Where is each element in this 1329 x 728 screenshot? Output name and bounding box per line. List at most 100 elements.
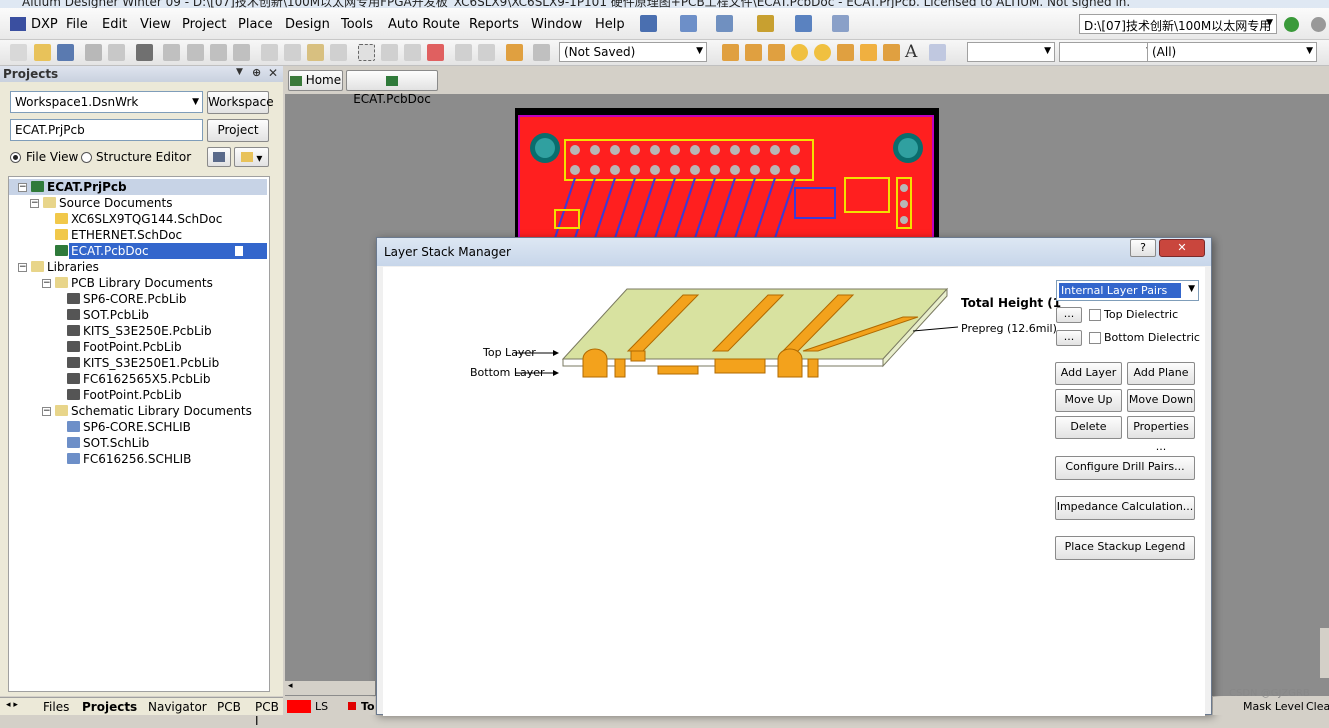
new-icon[interactable] [10, 44, 27, 61]
interactive-route-icon[interactable] [722, 44, 739, 61]
zoom-fit-icon[interactable] [163, 44, 180, 61]
zoom-filter-icon[interactable] [233, 44, 250, 61]
pcb-view[interactable] [515, 108, 939, 239]
redo-icon[interactable] [478, 44, 495, 61]
tree-pcblib-kits1[interactable]: KITS_S3E250E1.PcbLib [83, 355, 219, 371]
deselect-icon[interactable] [404, 44, 421, 61]
bottom-dielectric-options-button[interactable]: ... [1056, 330, 1082, 346]
compile-button[interactable] [207, 147, 231, 167]
layer-color-swatch[interactable] [287, 700, 311, 713]
tree-pcb-library-documents[interactable]: PCB Library Documents [71, 275, 213, 291]
top-layer-tab[interactable]: To [361, 700, 375, 713]
scroll-left-icon[interactable]: ◂ [288, 681, 293, 691]
array-icon[interactable] [929, 44, 946, 61]
forward-icon[interactable] [1311, 17, 1326, 32]
project-button[interactable]: Project [207, 119, 269, 142]
properties-button[interactable]: Properties ... [1127, 416, 1195, 453]
delete-button[interactable]: Delete [1055, 416, 1122, 439]
menu-auto-route[interactable]: Auto Route [388, 17, 460, 32]
string-icon[interactable]: A [905, 42, 917, 62]
net-combo[interactable]: ▼ [1059, 42, 1157, 62]
menu-window[interactable]: Window [531, 17, 582, 32]
path-combo[interactable]: D:\[07]技术创新\100M以太网专用 ▼ [1079, 14, 1277, 34]
paste-icon[interactable] [307, 44, 324, 61]
structure-editor-radio[interactable] [81, 152, 92, 163]
layer-pairs-combo[interactable]: Internal Layer Pairs ▼ [1056, 280, 1199, 301]
layer-icon[interactable] [136, 44, 153, 61]
move-icon[interactable] [381, 44, 398, 61]
saved-state-combo[interactable]: (Not Saved) ▼ [559, 42, 707, 62]
workspace-button[interactable]: Workspace [207, 91, 274, 114]
move-up-button[interactable]: Move Up [1055, 389, 1122, 412]
save-icon[interactable] [57, 44, 74, 61]
add-layer-button[interactable]: Add Layer [1055, 362, 1122, 385]
open-icon[interactable] [34, 44, 51, 61]
doc-options-button[interactable]: ▾ [234, 147, 269, 167]
hscroll-bar[interactable]: ◂ [285, 681, 375, 695]
tree-schlib-sp6core[interactable]: SP6-CORE.SCHLIB [83, 419, 191, 435]
cut-icon[interactable] [261, 44, 278, 61]
file-view-radio[interactable] [10, 152, 21, 163]
tree-pcblib-footpoint[interactable]: FootPoint.PcbLib [83, 339, 182, 355]
top-dielectric-options-button[interactable]: ... [1056, 307, 1082, 323]
pad-icon[interactable] [791, 44, 808, 61]
expand-libraries-icon[interactable]: − [18, 263, 27, 272]
tree-pcblib-fc616[interactable]: FC6162565X5.PcbLib [83, 371, 210, 387]
expand-source-icon[interactable]: − [30, 199, 39, 208]
tab-ecat-pcbdoc[interactable]: ECAT.PcbDoc [346, 70, 438, 106]
zoom-selected-icon[interactable] [210, 44, 227, 61]
workspace-combo[interactable]: Workspace1.DsnWrk ▼ [10, 91, 203, 113]
tree-doc-ecat-pcb[interactable]: ECAT.PcbDoc [71, 243, 149, 259]
add-plane-button[interactable]: Add Plane [1127, 362, 1195, 385]
vscroll-bar[interactable] [1320, 628, 1329, 678]
undo-icon[interactable] [455, 44, 472, 61]
tree-schematic-library-documents[interactable]: Schematic Library Documents [71, 403, 252, 419]
fill-icon[interactable] [860, 44, 877, 61]
print-preview-icon[interactable] [108, 44, 125, 61]
panel-close-icon[interactable]: ✕ [268, 66, 278, 80]
menu-project[interactable]: Project [182, 17, 226, 32]
clear-button[interactable]: Clea [1306, 700, 1329, 713]
text-icon[interactable] [716, 15, 733, 32]
menu-file[interactable]: File [66, 17, 88, 32]
tree-pcblib-sp6core[interactable]: SP6-CORE.PcbLib [83, 291, 186, 307]
tab-pcb[interactable]: PCB [217, 700, 241, 714]
panel-menu-icon[interactable]: ▼ [236, 67, 243, 77]
component-icon[interactable] [795, 15, 812, 32]
help-button[interactable]: ? [1130, 239, 1156, 257]
tree-doc-xc6slx9[interactable]: XC6SLX9TQG144.SchDoc [71, 211, 222, 227]
menu-place[interactable]: Place [238, 17, 273, 32]
filter-combo[interactable]: ▼ [967, 42, 1055, 62]
impedance-calculation-button[interactable]: Impedance Calculation... [1055, 496, 1195, 520]
tree-schlib-sot[interactable]: SOT.SchLib [83, 435, 149, 451]
rubber-stamp-icon[interactable] [330, 44, 347, 61]
bottom-dielectric-checkbox[interactable] [1089, 332, 1101, 344]
place-stackup-legend-button[interactable]: Place Stackup Legend [1055, 536, 1195, 560]
tree-pcblib-sot[interactable]: SOT.PcbLib [83, 307, 149, 323]
tree-pcblib-kits[interactable]: KITS_S3E250E.PcbLib [83, 323, 212, 339]
tab-pcb-more[interactable]: PCB I [255, 700, 283, 728]
tabs-scroll-icon[interactable]: ◂ ▸ [6, 700, 18, 710]
expand-sch-libs-icon[interactable]: − [42, 407, 51, 416]
tree-project[interactable]: ECAT.PrjPcb [47, 179, 127, 195]
arc-icon[interactable] [837, 44, 854, 61]
top-dielectric-checkbox[interactable] [1089, 309, 1101, 321]
expand-pcb-libs-icon[interactable]: − [42, 279, 51, 288]
tab-navigator[interactable]: Navigator [148, 700, 207, 714]
browse-icon[interactable] [533, 44, 550, 61]
ruler-icon[interactable] [757, 15, 774, 32]
route-icon[interactable] [640, 15, 657, 32]
polygon-icon[interactable] [883, 44, 900, 61]
configure-drill-pairs-button[interactable]: Configure Drill Pairs... [1055, 456, 1195, 480]
print-icon[interactable] [85, 44, 102, 61]
via-icon[interactable] [814, 44, 831, 61]
move-down-button[interactable]: Move Down [1127, 389, 1195, 412]
tree-doc-ethernet[interactable]: ETHERNET.SchDoc [71, 227, 182, 243]
copy-icon[interactable] [284, 44, 301, 61]
tab-projects[interactable]: Projects [82, 700, 137, 714]
project-field[interactable]: ECAT.PrjPcb [10, 119, 203, 141]
multi-route-icon[interactable] [768, 44, 785, 61]
diff-pair-route-icon[interactable] [745, 44, 762, 61]
menu-reports[interactable]: Reports [469, 17, 519, 32]
select-area-icon[interactable] [358, 44, 375, 61]
